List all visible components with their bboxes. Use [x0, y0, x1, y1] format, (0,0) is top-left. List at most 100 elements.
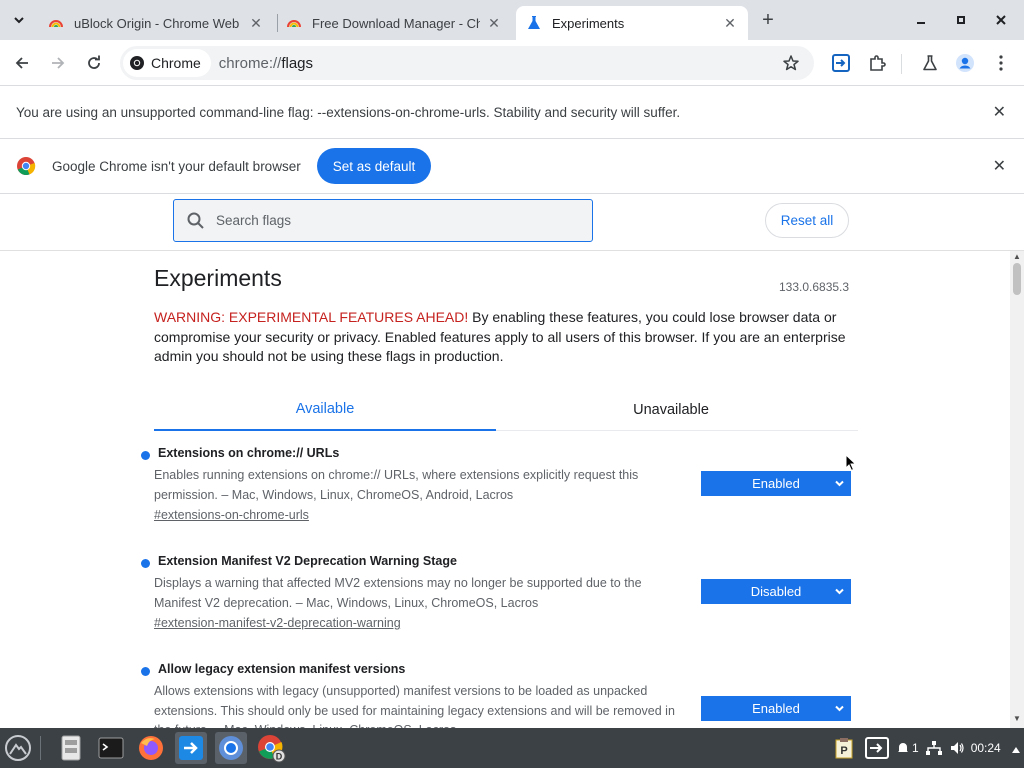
svg-text:P: P	[840, 745, 847, 757]
url-text[interactable]: chrome://flags	[219, 55, 313, 72]
tab-title: uBlock Origin - Chrome Web	[74, 15, 240, 31]
flags-header: Reset all	[0, 194, 1024, 251]
terminal-icon	[98, 737, 124, 759]
search-flags-input[interactable]	[216, 213, 576, 228]
flag-description: Allows extensions with legacy (unsupport…	[154, 684, 675, 728]
reload-button[interactable]	[81, 50, 107, 76]
notification-count: 1	[912, 741, 919, 755]
default-browser-infobar: Google Chrome isn't your default browser…	[0, 139, 1024, 194]
experimental-warning: WARNING: EXPERIMENTAL FEATURES AHEAD! By…	[154, 308, 854, 367]
flag-enabled-dot	[141, 559, 150, 568]
scrollbar-thumb[interactable]	[1013, 263, 1021, 295]
tab-strip: uBlock Origin - Chrome Web ✕ Free Downlo…	[0, 0, 1024, 40]
triangle-up-icon	[1012, 747, 1020, 753]
flag-state-select[interactable]: Enabled	[701, 696, 851, 721]
tab-title: Experiments	[552, 15, 625, 31]
extensions-button[interactable]	[865, 51, 889, 75]
search-flags-box[interactable]	[173, 199, 593, 242]
toolbar-divider	[901, 54, 902, 74]
clipboard-icon[interactable]: P	[834, 737, 854, 759]
flag-state-select[interactable]: Disabled	[701, 579, 851, 604]
flags-content: Experiments 133.0.6835.3 WARNING: EXPERI…	[0, 251, 1010, 728]
search-icon	[187, 212, 204, 229]
flag-name: Allow legacy extension manifest versions	[158, 662, 406, 676]
flask-icon	[923, 55, 937, 71]
taskbar-divider	[40, 736, 41, 760]
back-button[interactable]	[9, 50, 35, 76]
profile-button[interactable]	[953, 51, 977, 75]
unsupported-flag-infobar: You are using an unsupported command-lin…	[0, 86, 1024, 139]
flag-item: Allow legacy extension manifest versions…	[141, 662, 861, 728]
labs-button[interactable]	[918, 51, 942, 75]
start-menu-button[interactable]	[2, 732, 34, 764]
firefox-button[interactable]	[135, 732, 167, 764]
forward-button[interactable]	[45, 50, 71, 76]
tab-unavailable[interactable]: Unavailable	[500, 389, 842, 431]
show-desktop-button[interactable]	[1011, 742, 1021, 760]
tab-close-icon[interactable]: ✕	[248, 15, 264, 31]
bookmark-button[interactable]	[782, 54, 800, 77]
tab-close-icon[interactable]: ✕	[486, 15, 502, 31]
tab-close-icon[interactable]: ✕	[722, 15, 738, 31]
chevron-down-icon	[835, 480, 844, 487]
tab-available[interactable]: Available	[154, 389, 496, 431]
flag-link[interactable]: #extension-manifest-v2-deprecation-warni…	[154, 616, 401, 630]
chromium-icon	[219, 736, 243, 760]
version-label: 133.0.6835.3	[779, 280, 850, 294]
tab-free-download-manager[interactable]: Free Download Manager - Ch ✕	[276, 6, 512, 40]
flag-name: Extension Manifest V2 Deprecation Warnin…	[158, 554, 457, 568]
mouse-cursor-icon	[845, 454, 857, 472]
network-icon[interactable]	[925, 740, 943, 756]
file-manager-button[interactable]	[55, 732, 87, 764]
file-manager-icon	[61, 735, 81, 761]
flag-state-value: Enabled	[752, 701, 800, 716]
chevron-down-icon	[835, 588, 844, 595]
firefox-icon	[139, 736, 163, 760]
webstore-rainbow-icon	[287, 20, 301, 28]
tab-ublock[interactable]: uBlock Origin - Chrome Web ✕	[38, 6, 274, 40]
tab-title: Free Download Manager - Ch	[312, 15, 480, 31]
notification-bell-icon[interactable]	[896, 741, 910, 755]
menu-button[interactable]	[989, 51, 1013, 75]
minimize-icon	[917, 22, 925, 24]
maximize-icon	[957, 16, 965, 24]
page-scrollbar[interactable]: ▲ ▼	[1010, 251, 1024, 728]
reload-icon	[88, 55, 100, 69]
arrow-left-icon	[15, 57, 28, 69]
address-bar[interactable]: Chrome chrome://flags	[120, 46, 814, 80]
download-manager-tray-icon[interactable]	[864, 736, 890, 760]
chromium-button[interactable]	[215, 732, 247, 764]
webstore-rainbow-icon	[49, 20, 63, 28]
flag-description: Enables running extensions on chrome:// …	[154, 468, 639, 502]
reset-all-button[interactable]: Reset all	[765, 203, 849, 238]
new-tab-button[interactable]: +	[757, 9, 779, 31]
scroll-up-icon[interactable]: ▲	[1013, 252, 1021, 261]
fdm-extension-button[interactable]	[829, 51, 853, 75]
chevron-down-icon	[14, 17, 24, 24]
warning-prefix: WARNING: EXPERIMENTAL FEATURES AHEAD!	[154, 309, 469, 325]
tab-search-button[interactable]	[6, 7, 32, 33]
puzzle-icon	[870, 55, 886, 71]
clock[interactable]: 00:24	[971, 741, 1001, 755]
flags-tabs: Available Unavailable	[154, 389, 858, 431]
scroll-down-icon[interactable]: ▼	[1013, 714, 1021, 723]
terminal-button[interactable]	[95, 732, 127, 764]
minimize-button[interactable]	[909, 8, 933, 32]
site-info-chip[interactable]: Chrome	[123, 49, 211, 77]
tab-experiments[interactable]: Experiments ✕	[516, 6, 748, 40]
flag-link[interactable]: #extensions-on-chrome-urls	[154, 508, 309, 522]
infobar-message: You are using an unsupported command-lin…	[16, 104, 681, 120]
close-icon[interactable]: ✕	[993, 156, 1006, 176]
maximize-button[interactable]	[949, 8, 973, 32]
chrome-dev-button[interactable]: D	[255, 732, 287, 764]
flag-item: Extensions on chrome:// URLs Enables run…	[141, 446, 861, 526]
star-icon	[783, 55, 799, 71]
set-as-default-button[interactable]: Set as default	[316, 148, 432, 184]
flag-item: Extension Manifest V2 Deprecation Warnin…	[141, 554, 861, 634]
infobar-message: Google Chrome isn't your default browser	[52, 158, 301, 174]
flag-state-select[interactable]: Enabled	[701, 471, 851, 496]
close-window-button[interactable]	[989, 8, 1013, 32]
download-manager-taskbar-button[interactable]	[175, 732, 207, 764]
close-icon[interactable]: ✕	[993, 102, 1006, 122]
volume-icon[interactable]	[949, 740, 965, 756]
